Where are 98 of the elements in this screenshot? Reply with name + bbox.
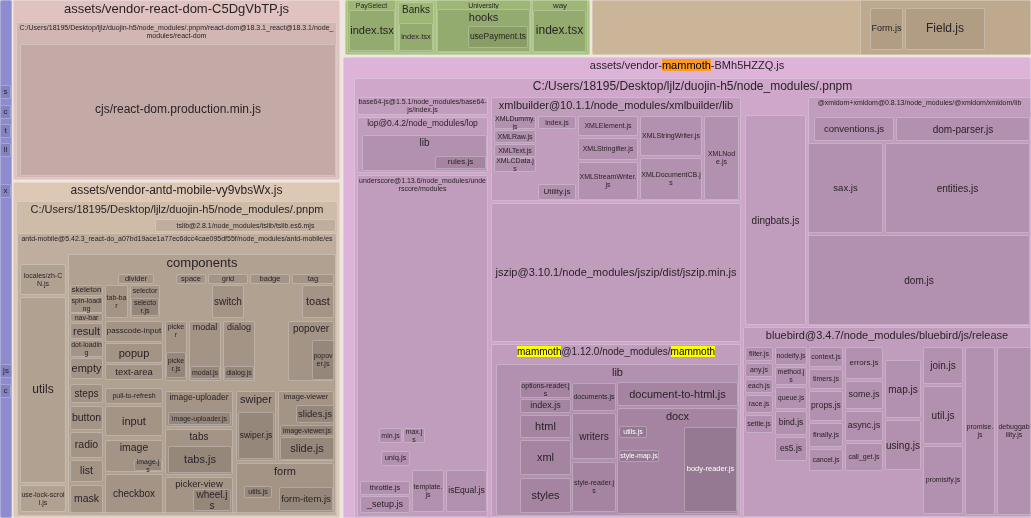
module-tile[interactable]: button: [70, 406, 103, 430]
module-group-label: C:/Users/18195/Desktop/ljlz/duojin-h5/node_modules/.pnpm: [531, 79, 854, 94]
module-group-label: image-uploader: [168, 392, 230, 403]
module-tile[interactable]: empty: [70, 358, 103, 379]
module-tile[interactable]: mask: [70, 485, 103, 513]
module-tile[interactable]: document-to-html.js: [617, 382, 738, 406]
module-group-label: C:/Users/18195/Desktop/ljlz/duojin-h5/node_modules/.pnpm: [29, 202, 325, 216]
module-group-tile[interactable]: tabs tabs.js: [165, 429, 233, 475]
module-tile[interactable]: html: [520, 415, 571, 438]
module-tile[interactable]: isEqual.js: [446, 470, 487, 512]
module-group-label: components: [165, 255, 239, 271]
module-tile[interactable]: join.js: [923, 347, 963, 384]
module-tile[interactable]: slide.js: [280, 437, 334, 460]
module-group-label: way: [551, 1, 569, 11]
module-tile[interactable]: popup: [105, 343, 163, 363]
module-group-label: tabs: [188, 430, 210, 442]
bundle-tile[interactable]: s c t ll x js c: [0, 0, 12, 518]
module-tile[interactable]: c: [0, 384, 11, 398]
module-tile[interactable]: Utility.js: [538, 184, 576, 200]
module-tile[interactable]: jszip@3.10.1/node_modules/jszip/dist/jszip.min.js: [491, 203, 741, 342]
module-group-label: xmlbuilder@10.1.1/node_modules/xmlbuilder/lib: [497, 98, 735, 112]
module-group-tile[interactable]: [68, 254, 336, 513]
bundle-title: assets/vendor-react-dom-C5DgVbTP.js: [62, 1, 291, 17]
module-group-label: docx: [664, 409, 691, 423]
module-tile[interactable]: entities.js: [885, 143, 1030, 233]
module-tile[interactable]: usePayment.ts: [468, 26, 528, 48]
bundle-title: assets/vendor-antd-mobile-vy9vbsWx.js: [69, 183, 284, 198]
module-tile[interactable]: toast: [302, 285, 334, 318]
module-tile[interactable]: dom-parser.js: [896, 117, 1030, 141]
module-tile[interactable]: steps: [70, 384, 103, 403]
module-tile[interactable]: list: [70, 460, 103, 482]
module-tile[interactable]: ll: [0, 143, 11, 157]
module-tile[interactable]: writers: [572, 413, 616, 459]
module-group-label: lib: [611, 365, 624, 379]
module-group-label: popover: [291, 322, 331, 334]
module-tile[interactable]: index.tsx: [533, 10, 586, 52]
module-group-tile[interactable]: way index.tsx: [532, 0, 588, 53]
module-tile[interactable]: skeleton: [70, 285, 103, 296]
module-tile[interactable]: es5.js: [775, 437, 807, 461]
module-group-tile[interactable]: lop@0.4.2/node_modules/lop lib rules.js: [357, 117, 488, 173]
module-tile[interactable]: cjs/react-dom.production.min.js: [20, 44, 336, 176]
module-tile[interactable]: Field.js: [905, 8, 985, 50]
module-tile[interactable]: swiper.js: [238, 412, 274, 459]
module-tile[interactable]: wheel.js: [193, 489, 231, 511]
module-tile[interactable]: input: [105, 406, 163, 436]
module-group-label: bluebird@3.4.7/node_modules/bluebird/js/release: [764, 328, 1010, 342]
module-group-label: dialog: [226, 322, 252, 333]
module-group-label: swiper: [239, 392, 273, 406]
module-tile[interactable]: Form.js: [870, 8, 903, 50]
module-group-label: Banks: [401, 3, 431, 15]
module-group-tile[interactable]: picker-view wheel.js: [165, 477, 233, 513]
module-tile[interactable]: t: [0, 124, 11, 138]
module-tile[interactable]: rules.js: [435, 156, 486, 169]
module-group-label: lib: [418, 136, 431, 148]
module-tile[interactable]: text-area: [105, 364, 163, 380]
module-tile[interactable]: form-item.js: [279, 487, 333, 511]
module-tile[interactable]: map.js: [885, 360, 921, 418]
module-tile[interactable]: radio: [70, 432, 103, 458]
module-tile[interactable]: js: [0, 364, 12, 378]
module-tile[interactable]: utils: [20, 297, 66, 483]
module-tile[interactable]: passcode-input: [105, 321, 163, 342]
module-group-tile[interactable]: hooks usePayment.ts: [437, 9, 530, 52]
module-tile[interactable]: dom.js: [808, 235, 1030, 325]
module-tile[interactable]: c: [0, 105, 11, 119]
module-group-tile[interactable]: [491, 97, 741, 201]
module-tile[interactable]: x: [0, 184, 11, 198]
module-tile[interactable]: sax.js: [808, 143, 883, 233]
bundle-tile[interactable]: Form.js Field.js: [592, 0, 1031, 55]
module-group-label: modal: [191, 322, 219, 333]
module-tile[interactable]: errors.js: [845, 347, 883, 379]
module-tile[interactable]: switch: [212, 285, 244, 318]
module-tile[interactable]: async.js: [845, 411, 883, 441]
module-group-tile[interactable]: [743, 327, 1031, 517]
module-group-tile[interactable]: swiper swiper.js: [236, 391, 276, 461]
module-tile[interactable]: some.js: [845, 381, 883, 409]
module-tile[interactable]: bind.js: [775, 411, 807, 435]
module-tile[interactable]: index.js: [520, 399, 571, 413]
module-tile[interactable]: props.js: [809, 391, 843, 421]
module-tile[interactable]: tabs.js: [168, 446, 232, 473]
module-tile[interactable]: styles: [520, 478, 571, 513]
module-tile[interactable]: s: [0, 85, 11, 99]
module-group-label: hooks: [467, 10, 500, 24]
module-tile[interactable]: conventions.js: [814, 117, 894, 141]
module-group-tile[interactable]: Form.js Field.js: [860, 0, 1031, 55]
module-group-tile[interactable]: lib rules.js: [362, 135, 487, 171]
module-tile[interactable]: _setup.js: [360, 496, 410, 513]
module-group-label: image: [118, 441, 150, 454]
module-tile[interactable]: checkbox: [105, 474, 163, 513]
module-tile[interactable]: util.js: [923, 386, 963, 444]
module-tile[interactable]: dingbats.js: [745, 115, 806, 325]
module-tile[interactable]: xml: [520, 440, 571, 475]
module-group-label: form: [273, 464, 297, 478]
module-tile[interactable]: using.js: [885, 420, 921, 470]
module-tile[interactable]: index.tsx: [349, 10, 395, 51]
module-group-label: lop@0.4.2/node_modules/lop: [366, 118, 479, 129]
module-tile[interactable]: slides.js: [296, 405, 334, 423]
module-group-label: picker-view: [174, 478, 224, 490]
module-tile[interactable]: result: [70, 323, 103, 339]
